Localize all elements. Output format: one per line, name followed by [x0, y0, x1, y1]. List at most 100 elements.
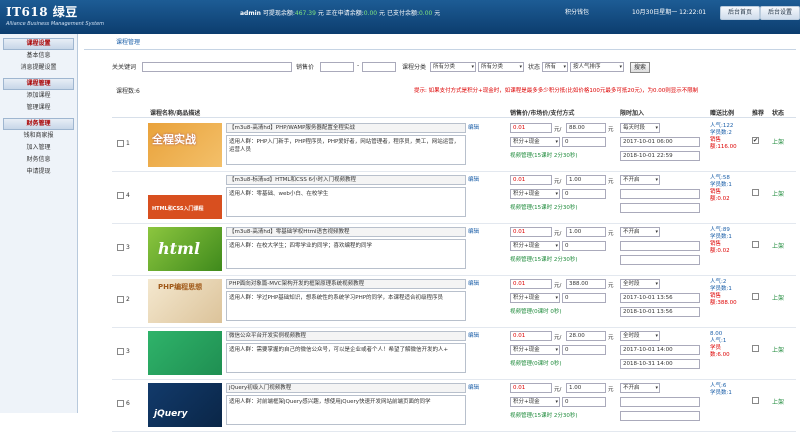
status-link[interactable]: 上架 [772, 293, 784, 302]
keyword-input[interactable] [142, 62, 292, 72]
video-manage-link[interactable]: 视频管理(15课时 2分30秒) [510, 203, 578, 211]
recommend-checkbox[interactable] [752, 397, 759, 404]
sidebar-section-course-settings[interactable]: 课程设置 [3, 38, 74, 50]
course-title[interactable]: 【m3u8-标清sd】HTML和CSS 6小时入门视频教程 [226, 175, 466, 185]
course-title[interactable]: 微信公众平台开发实例视频教程 [226, 331, 466, 341]
category-select-1[interactable]: 所有分类 [430, 62, 476, 72]
time-limit-select[interactable]: 全时段 [620, 331, 660, 341]
row-checkbox[interactable] [117, 192, 124, 199]
edit-link[interactable]: 编辑 [468, 123, 479, 131]
market-price-input[interactable]: 1.00 [566, 227, 606, 237]
edit-link[interactable]: 编辑 [468, 279, 479, 287]
time-limit-select[interactable]: 不开启 [620, 383, 660, 393]
points-wallet-link[interactable]: 积分钱包 [565, 7, 589, 16]
course-description[interactable]: 适用人群：在校大学生；四零学业的同学；喜欢编程的同学 [226, 239, 466, 269]
start-date-input[interactable] [620, 189, 700, 199]
recommend-checkbox[interactable]: ✔ [752, 137, 759, 144]
row-checkbox[interactable] [117, 348, 124, 355]
end-date-input[interactable]: 2018-10-31 14:00 [620, 359, 700, 369]
sidebar-item-notify-settings[interactable]: 消息提醒设置 [0, 62, 77, 74]
status-link[interactable]: 上架 [772, 397, 784, 406]
time-limit-select[interactable]: 不开启 [620, 175, 660, 185]
market-price-input[interactable]: 28.00 [566, 331, 606, 341]
video-manage-link[interactable]: 视频管理(0课时 0秒) [510, 359, 562, 367]
points-input[interactable]: 0 [562, 345, 606, 355]
row-checkbox[interactable] [117, 296, 124, 303]
recommend-checkbox[interactable] [752, 189, 759, 196]
sale-price-input[interactable]: 0.01 [510, 279, 552, 289]
sort-select[interactable]: 按人气排序 [570, 62, 624, 72]
end-date-input[interactable]: 2018-10-01 13:56 [620, 307, 700, 317]
row-checkbox[interactable] [117, 400, 124, 407]
recommend-checkbox[interactable] [752, 345, 759, 352]
video-manage-link[interactable]: 视频管理(0课时 0秒) [510, 307, 562, 315]
sale-price-input[interactable]: 0.01 [510, 227, 552, 237]
points-input[interactable]: 0 [562, 293, 606, 303]
market-price-input[interactable]: 1.00 [566, 175, 606, 185]
payment-select[interactable]: 积分+现金 [510, 345, 560, 355]
payment-select[interactable]: 积分+现金 [510, 397, 560, 407]
market-price-input[interactable]: 88.00 [566, 123, 606, 133]
course-title[interactable]: 【m3u8-高清hd】零基础学权Html语言视频教程 [226, 227, 466, 237]
sidebar-item-finance-1[interactable]: 钱和商家报 [0, 130, 77, 142]
sidebar-section-course-manage[interactable]: 课程管理 [3, 78, 74, 90]
end-date-input[interactable]: 2018-10-01 22:59 [620, 151, 700, 161]
end-date-input[interactable] [620, 203, 700, 213]
course-description[interactable]: 适用人群：PHP入门新手，PHP程序员，PHP爱好者，网站管理者，程序员，美工，… [226, 135, 466, 165]
sale-price-input[interactable]: 0.01 [510, 175, 552, 185]
points-input[interactable]: 0 [562, 137, 606, 147]
admin-home-button[interactable]: 后台首页 [720, 6, 760, 20]
course-title[interactable]: PHP面向对象篇-MVC架构开发的框架原理系统视频教程 [226, 279, 466, 289]
sidebar-item-finance-2[interactable]: 加入管理 [0, 142, 77, 154]
market-price-input[interactable]: 388.00 [566, 279, 606, 289]
start-date-input[interactable]: 2017-10-01 13:56 [620, 293, 700, 303]
time-limit-select[interactable]: 全时段 [620, 279, 660, 289]
video-manage-link[interactable]: 视频管理(15课时 2分30秒) [510, 411, 578, 419]
start-date-input[interactable] [620, 397, 700, 407]
sidebar-section-finance[interactable]: 财务管理 [3, 118, 74, 130]
row-checkbox[interactable] [117, 140, 124, 147]
points-input[interactable]: 0 [562, 397, 606, 407]
payment-select[interactable]: 积分+现金 [510, 293, 560, 303]
start-date-input[interactable]: 2017-10-01 14:00 [620, 345, 700, 355]
payment-select[interactable]: 积分+现金 [510, 137, 560, 147]
price-min-input[interactable] [320, 62, 354, 72]
start-date-input[interactable] [620, 241, 700, 251]
price-max-input[interactable] [362, 62, 396, 72]
sidebar-item-manage-course[interactable]: 管理课程 [0, 102, 77, 114]
time-limit-select[interactable]: 每天时段 [620, 123, 660, 133]
status-link[interactable]: 上架 [772, 189, 784, 198]
sidebar-item-finance-3[interactable]: 财务信息 [0, 154, 77, 166]
status-link[interactable]: 上架 [772, 345, 784, 354]
course-description[interactable]: 适用人群：零基础、web小白、在校学生 [226, 187, 466, 217]
recommend-checkbox[interactable] [752, 241, 759, 248]
points-input[interactable]: 0 [562, 241, 606, 251]
status-link[interactable]: 上架 [772, 241, 784, 250]
start-date-input[interactable]: 2017-10-01 06:00 [620, 137, 700, 147]
course-title[interactable]: 【m3u8-高清hd】PHP/WAMP服务器配置全程实战 [226, 123, 466, 133]
search-button[interactable]: 搜索 [630, 62, 651, 73]
sidebar-item-basic-info[interactable]: 基本信息 [0, 50, 77, 62]
video-manage-link[interactable]: 视频管理(15课时 2分30秒) [510, 151, 578, 159]
edit-link[interactable]: 编辑 [468, 175, 479, 183]
sidebar-item-add-course[interactable]: 添加课程 [0, 90, 77, 102]
end-date-input[interactable] [620, 255, 700, 265]
sale-price-input[interactable]: 0.01 [510, 123, 552, 133]
sale-price-input[interactable]: 0.01 [510, 383, 552, 393]
edit-link[interactable]: 编辑 [468, 383, 479, 391]
market-price-input[interactable]: 1.00 [566, 383, 606, 393]
sale-price-input[interactable]: 0.01 [510, 331, 552, 341]
edit-link[interactable]: 编辑 [468, 331, 479, 339]
row-checkbox[interactable] [117, 244, 124, 251]
category-select-2[interactable]: 所有分类 [478, 62, 524, 72]
sidebar-item-finance-4[interactable]: 申请提现 [0, 166, 77, 178]
payment-select[interactable]: 积分+现金 [510, 241, 560, 251]
payment-select[interactable]: 积分+现金 [510, 189, 560, 199]
course-description[interactable]: 适用人群：需要掌握的自己的微信公众号，可以是企业或者个人！希望了解微信开发的人+ [226, 343, 466, 373]
time-limit-select[interactable]: 不开启 [620, 227, 660, 237]
settings-button[interactable]: 后台设置 [760, 6, 800, 20]
course-description[interactable]: 适用人群：学过PHP基础知识，想系统性的系统学习PHP的同学，本课程适合初级程序… [226, 291, 466, 321]
edit-link[interactable]: 编辑 [468, 227, 479, 235]
recommend-checkbox[interactable] [752, 293, 759, 300]
video-manage-link[interactable]: 视频管理(15课时 2分30秒) [510, 255, 578, 263]
